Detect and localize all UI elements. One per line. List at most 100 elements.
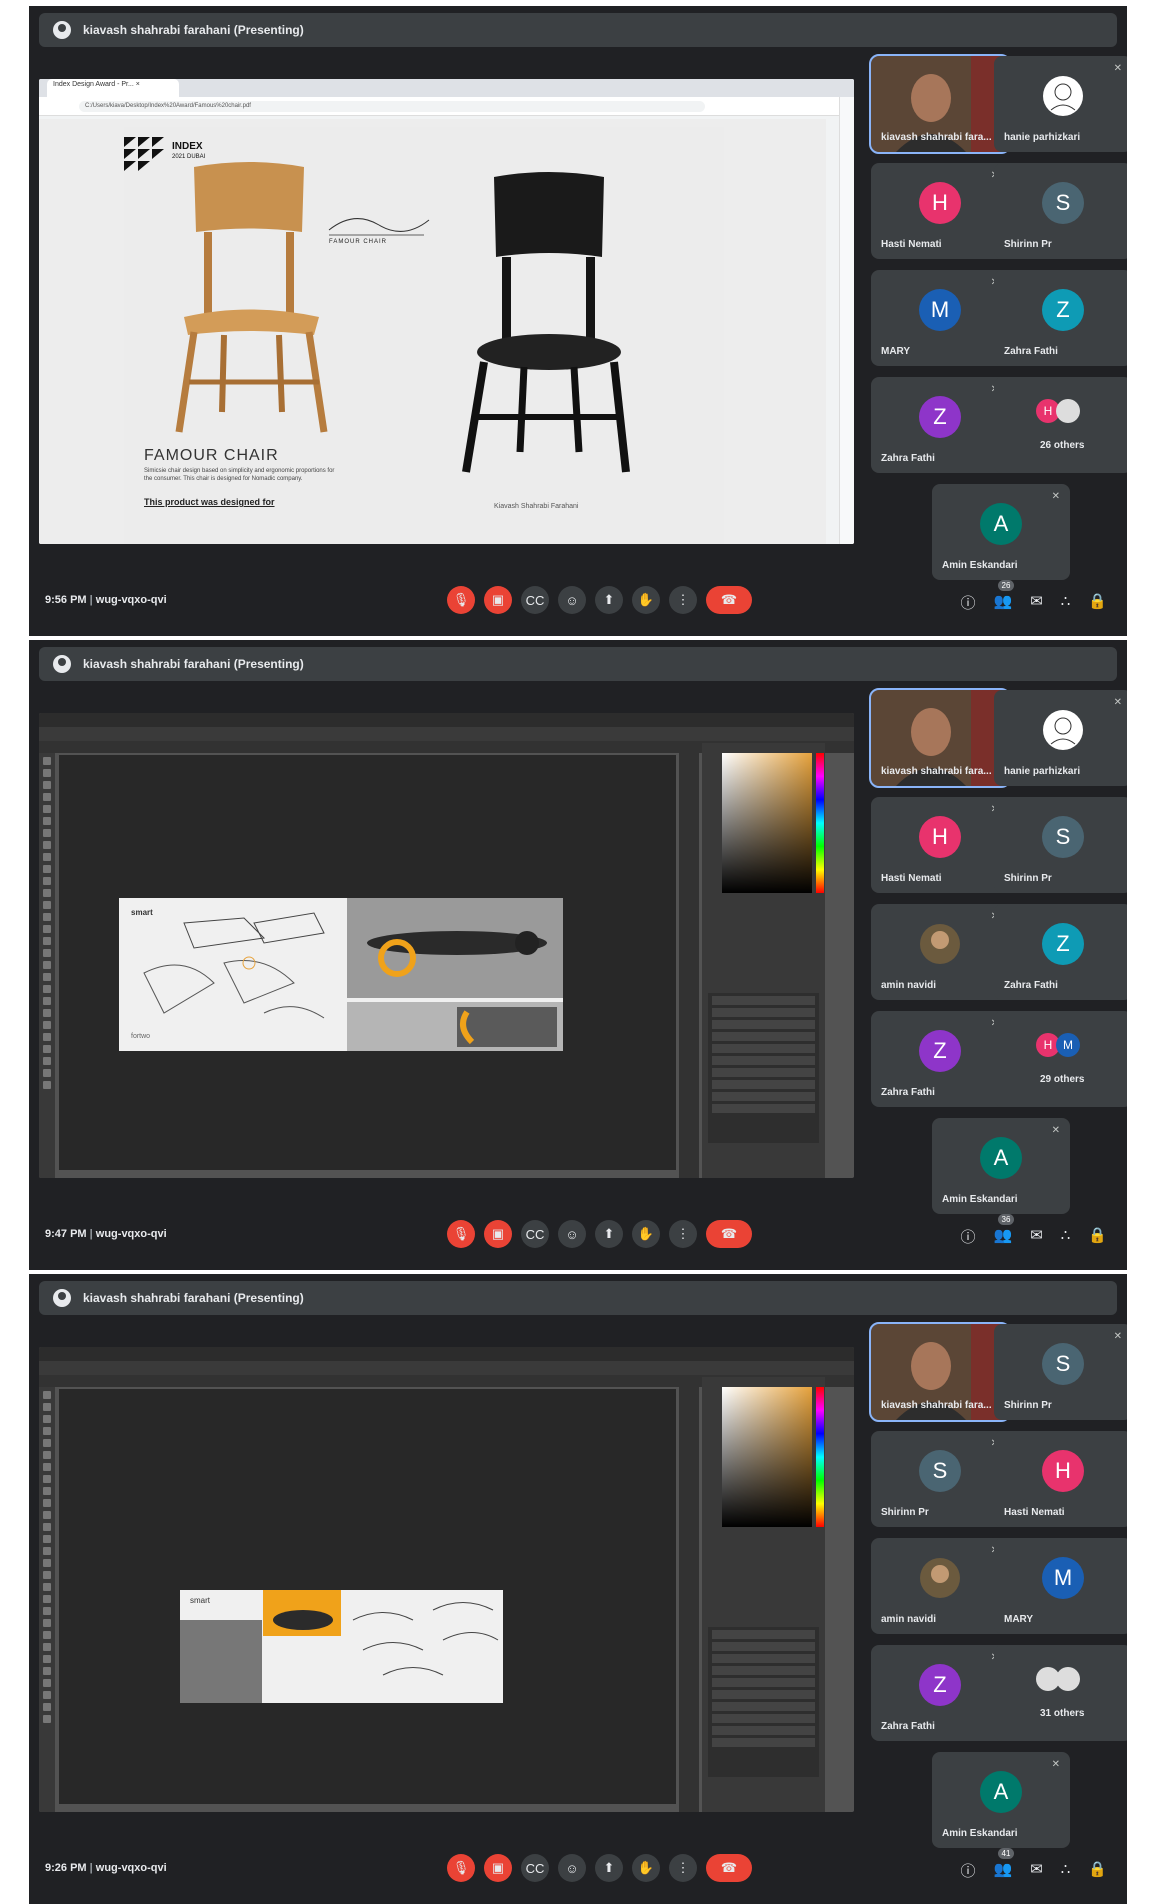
participant-tile[interactable]: ✕amin navidi <box>871 904 1009 1000</box>
tool-icon[interactable] <box>43 1081 51 1089</box>
tool-icon[interactable] <box>43 1523 51 1531</box>
participant-tile[interactable]: kiavash shahrabi fara... <box>869 54 1011 154</box>
tool-icon[interactable] <box>43 793 51 801</box>
layer-row[interactable] <box>712 1654 815 1663</box>
tool-icon[interactable] <box>43 1631 51 1639</box>
chat-button[interactable]: ✉ <box>1030 1860 1043 1881</box>
participant-tile[interactable]: kiavash shahrabi fara... <box>869 688 1011 788</box>
participant-tile[interactable]: Z✕Zahra Fathi <box>871 1645 1009 1741</box>
camera-off-button[interactable]: ▣ <box>484 1220 512 1248</box>
tool-icon[interactable] <box>43 1069 51 1077</box>
url-field[interactable]: C:/Users/kiava/Desktop/Index%20Award/Fam… <box>79 100 705 112</box>
layer-row[interactable] <box>712 1044 815 1053</box>
tool-icon[interactable] <box>43 1057 51 1065</box>
mic-off-button[interactable]: 🎙 <box>447 1220 475 1248</box>
participant-tile[interactable]: A ✕ Amin Eskandari <box>932 1752 1070 1848</box>
layer-row[interactable] <box>712 1068 815 1077</box>
layer-row[interactable] <box>712 1104 815 1113</box>
info-button[interactable]: ⓘ <box>960 1226 975 1247</box>
participant-tile[interactable]: 31 others <box>994 1645 1127 1741</box>
captions-button[interactable]: CC <box>521 1854 549 1882</box>
tool-icon[interactable] <box>43 805 51 813</box>
tool-icon[interactable] <box>43 1547 51 1555</box>
participant-tile[interactable]: Z✕Zahra Fathi <box>871 377 1009 473</box>
participant-tile[interactable]: H 26 others <box>994 377 1127 473</box>
present-button[interactable]: ⬆ <box>595 586 623 614</box>
tool-icon[interactable] <box>43 1715 51 1723</box>
layer-row[interactable] <box>712 1726 815 1735</box>
present-button[interactable]: ⬆ <box>595 1220 623 1248</box>
tool-icon[interactable] <box>43 769 51 777</box>
tool-icon[interactable] <box>43 1583 51 1591</box>
hue-slider[interactable] <box>816 753 824 893</box>
tool-icon[interactable] <box>43 1679 51 1687</box>
tool-icon[interactable] <box>43 1427 51 1435</box>
tool-icon[interactable] <box>43 961 51 969</box>
tool-icon[interactable] <box>43 1021 51 1029</box>
mic-off-button[interactable]: 🎙 <box>447 1854 475 1882</box>
tool-icon[interactable] <box>43 1403 51 1411</box>
tool-icon[interactable] <box>43 1619 51 1627</box>
raise-hand-button[interactable]: ✋ <box>632 1854 660 1882</box>
participant-tile[interactable]: H✕Hasti Nemati <box>871 797 1009 893</box>
present-button[interactable]: ⬆ <box>595 1854 623 1882</box>
participant-tile[interactable]: A ✕ Amin Eskandari <box>932 1118 1070 1214</box>
participant-tile[interactable]: ✕ hanie parhizkari <box>994 690 1127 786</box>
host-controls-button[interactable]: 🔒 <box>1088 1226 1107 1247</box>
tool-icon[interactable] <box>43 1571 51 1579</box>
layer-row[interactable] <box>712 1080 815 1089</box>
emoji-button[interactable]: ☺ <box>558 586 586 614</box>
tool-icon[interactable] <box>43 1009 51 1017</box>
tool-icon[interactable] <box>43 1475 51 1483</box>
tool-icon[interactable] <box>43 1463 51 1471</box>
participant-tile[interactable]: ✕ hanie parhizkari <box>994 56 1127 152</box>
captions-button[interactable]: CC <box>521 1220 549 1248</box>
tool-icon[interactable] <box>43 853 51 861</box>
tool-icon[interactable] <box>43 829 51 837</box>
tool-icon[interactable] <box>43 1511 51 1519</box>
info-button[interactable]: ⓘ <box>960 1860 975 1881</box>
tool-icon[interactable] <box>43 1045 51 1053</box>
tool-icon[interactable] <box>43 781 51 789</box>
layer-row[interactable] <box>712 1092 815 1101</box>
tool-icon[interactable] <box>43 1703 51 1711</box>
layer-row[interactable] <box>712 1666 815 1675</box>
tool-icon[interactable] <box>43 1559 51 1567</box>
tool-icon[interactable] <box>43 877 51 885</box>
tool-icon[interactable] <box>43 997 51 1005</box>
tool-icon[interactable] <box>43 985 51 993</box>
layer-row[interactable] <box>712 1630 815 1639</box>
host-controls-button[interactable]: 🔒 <box>1088 1860 1107 1881</box>
people-button[interactable]: 👥 26 <box>994 580 1015 613</box>
mic-off-button[interactable]: 🎙 <box>447 586 475 614</box>
tool-icon[interactable] <box>43 889 51 897</box>
layer-row[interactable] <box>712 1642 815 1651</box>
tool-icon[interactable] <box>43 1499 51 1507</box>
tool-icon[interactable] <box>43 1691 51 1699</box>
layer-row[interactable] <box>712 1032 815 1041</box>
layer-row[interactable] <box>712 996 815 1005</box>
tool-icon[interactable] <box>43 973 51 981</box>
more-options-button[interactable]: ⋮ <box>669 1854 697 1882</box>
layer-row[interactable] <box>712 1690 815 1699</box>
more-options-button[interactable]: ⋮ <box>669 586 697 614</box>
participant-tile[interactable]: A ✕ Amin Eskandari <box>932 484 1070 580</box>
tool-icon[interactable] <box>43 1439 51 1447</box>
tool-icon[interactable] <box>43 1415 51 1423</box>
hue-slider[interactable] <box>816 1387 824 1527</box>
end-call-button[interactable]: ☎ <box>706 586 752 614</box>
people-button[interactable]: 👥 36 <box>994 1214 1015 1247</box>
tool-icon[interactable] <box>43 817 51 825</box>
tool-icon[interactable] <box>43 865 51 873</box>
tool-icon[interactable] <box>43 1667 51 1675</box>
tool-icon[interactable] <box>43 1391 51 1399</box>
participant-tile[interactable]: S Shirinn Pr <box>994 797 1127 893</box>
chat-button[interactable]: ✉ <box>1030 592 1043 613</box>
participant-tile[interactable]: S ✕ Shirinn Pr <box>994 1324 1127 1420</box>
participant-tile[interactable]: Z Zahra Fathi <box>994 904 1127 1000</box>
layer-row[interactable] <box>712 1020 815 1029</box>
camera-off-button[interactable]: ▣ <box>484 586 512 614</box>
chat-button[interactable]: ✉ <box>1030 1226 1043 1247</box>
activities-button[interactable]: ∴ <box>1061 1226 1071 1247</box>
layer-row[interactable] <box>712 1714 815 1723</box>
